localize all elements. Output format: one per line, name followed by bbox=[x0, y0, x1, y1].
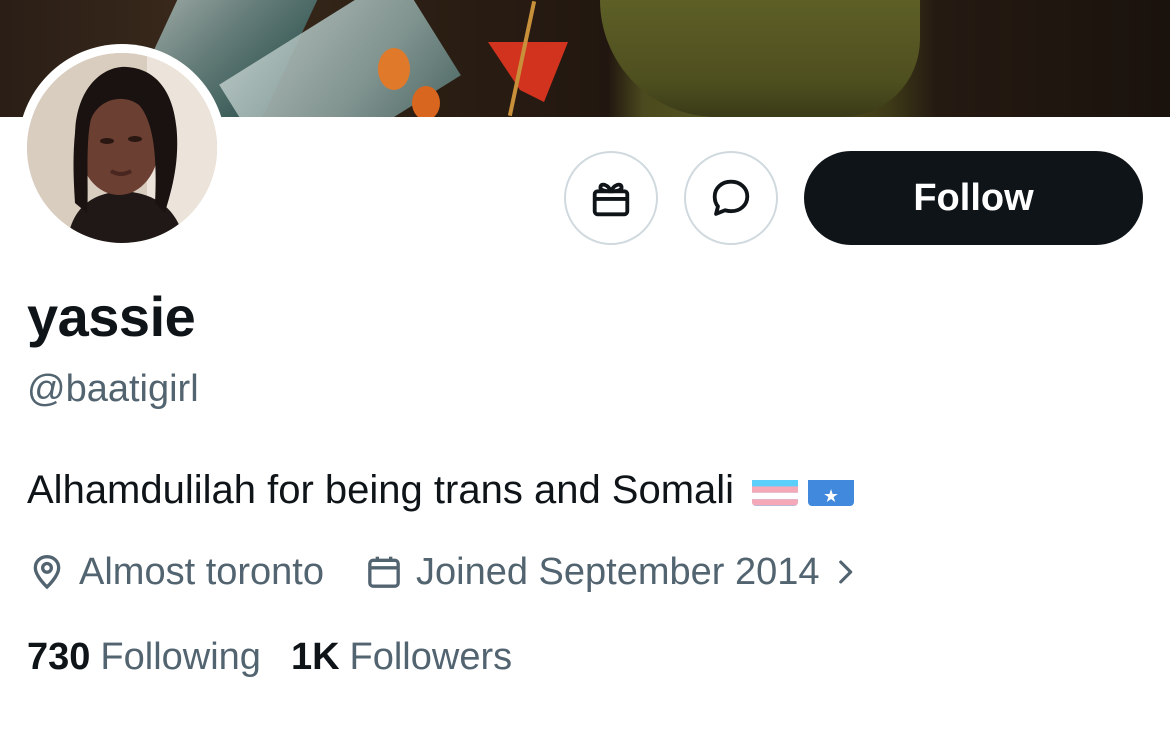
transgender-flag-icon bbox=[752, 474, 799, 506]
somalia-flag-icon bbox=[808, 474, 855, 506]
user-handle: @baatigirl bbox=[27, 368, 199, 410]
message-icon bbox=[712, 179, 750, 216]
message-button[interactable] bbox=[684, 151, 778, 245]
following-count: 730 bbox=[27, 635, 91, 678]
location-text: Almost toronto bbox=[79, 550, 324, 593]
follow-button[interactable]: Follow bbox=[804, 151, 1143, 245]
bio-text: Alhamdulilah for being trans and Somali bbox=[27, 468, 735, 512]
chevron-right-icon bbox=[838, 560, 852, 584]
followers-count: 1K bbox=[290, 635, 340, 678]
location: Almost toronto bbox=[27, 551, 324, 594]
gift-button[interactable] bbox=[564, 151, 658, 245]
following-link[interactable]: 730 Following bbox=[27, 636, 261, 679]
avatar-image bbox=[27, 53, 217, 243]
calendar-icon bbox=[368, 556, 400, 588]
avatar[interactable] bbox=[27, 53, 217, 243]
profile-meta: Almost toronto Joined September 2014 bbox=[27, 548, 862, 596]
profile-stats: 730 Following 1K Followers bbox=[27, 633, 512, 681]
display-name: yassie bbox=[27, 285, 196, 348]
gift-icon bbox=[592, 182, 630, 217]
followers-link[interactable]: 1K Followers bbox=[291, 636, 512, 679]
profile-bio: Alhamdulilah for being trans and Somali bbox=[27, 465, 855, 515]
joined-date[interactable]: Joined September 2014 bbox=[364, 551, 862, 594]
joined-text: Joined September 2014 bbox=[416, 550, 820, 593]
following-label: Following bbox=[100, 635, 261, 678]
location-pin-icon bbox=[33, 554, 61, 590]
followers-label: Followers bbox=[349, 635, 513, 678]
